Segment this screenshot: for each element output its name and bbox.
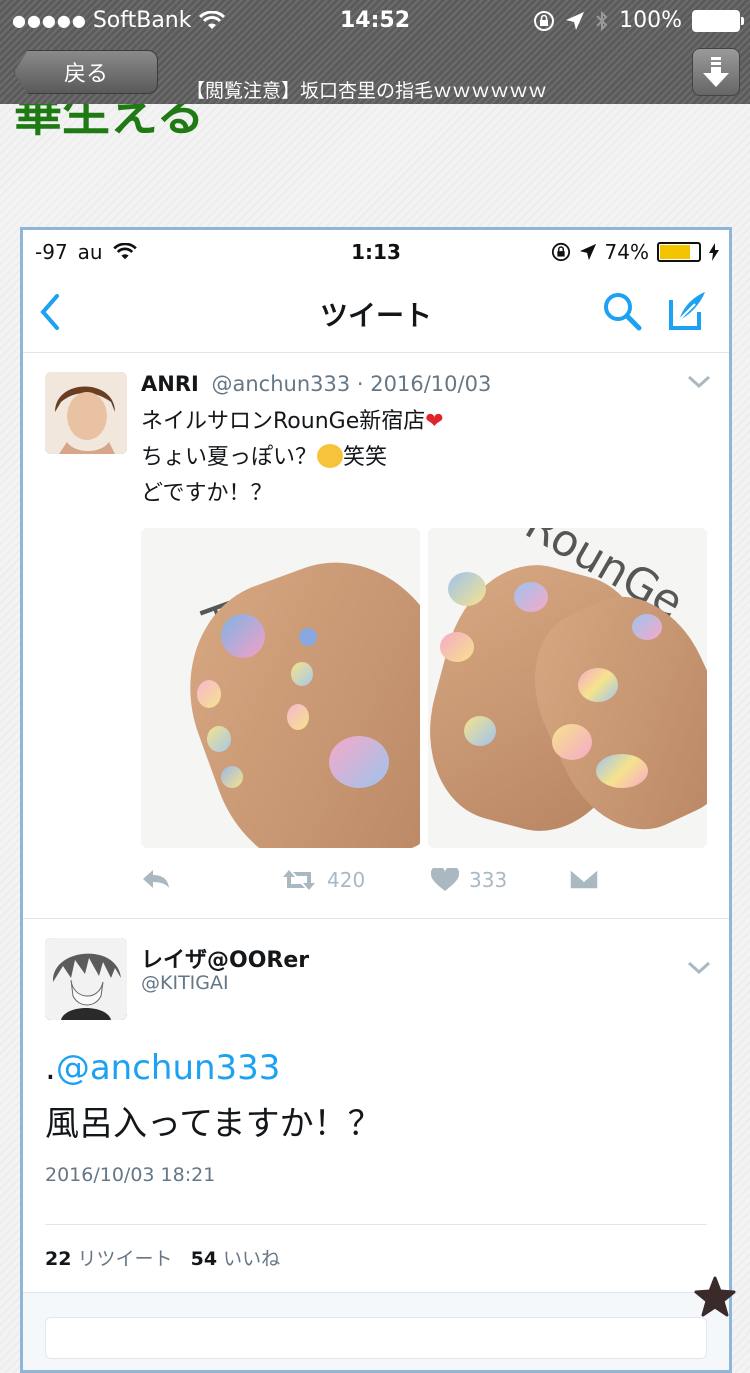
- tweet-line-2: ちょい夏っぽい？: [141, 445, 318, 470]
- tweet-media: RounGe RounGe: [141, 528, 707, 848]
- orientation-lock-icon: [534, 10, 555, 31]
- reply-bar: [23, 1292, 729, 1370]
- retweet-label: リツイート: [77, 1248, 173, 1270]
- reply-icon: [143, 870, 169, 888]
- author-handle: @KITIGAI: [141, 972, 229, 994]
- like-label: いいね: [223, 1248, 281, 1270]
- media-photo-toes[interactable]: RounGe: [141, 528, 420, 848]
- twitter-nav-bar: ツイート: [23, 276, 729, 353]
- envelope-icon: [569, 868, 599, 890]
- nail-big-toe-2: [329, 736, 389, 788]
- mention-dot: .: [45, 1048, 56, 1088]
- nail: [514, 582, 548, 612]
- avatar-photo: [45, 372, 127, 454]
- tweet-body: 風呂入ってますか！？: [45, 1104, 382, 1144]
- inner-status-bar: -97 au 1:13 74%: [23, 230, 729, 276]
- back-button[interactable]: 戻る: [14, 50, 158, 94]
- download-button[interactable]: [692, 48, 740, 96]
- nail: [197, 680, 221, 708]
- heart-icon: [431, 868, 459, 891]
- mention-line: .@anchun333: [45, 1048, 280, 1088]
- page-title: 【閲覧注意】坂口杏里の指毛ｗｗｗｗｗｗ: [186, 80, 548, 102]
- nail: [207, 726, 231, 752]
- retweet-button[interactable]: 420: [281, 868, 365, 892]
- browser-top-bar: ●●●●● SoftBank 14:52 100% 戻る 【閲覧注意】坂口杏里の…: [0, 0, 750, 104]
- nail: [291, 662, 313, 686]
- like-number[interactable]: 54: [191, 1248, 217, 1270]
- tweet-actions: 420 333: [141, 868, 707, 900]
- retweet-count: 420: [327, 868, 366, 892]
- tweet[interactable]: ANRI @anchun333 · 2016/10/03 ネイルサロンRounG…: [23, 352, 729, 919]
- author-handle-date: @anchun333 · 2016/10/03: [211, 372, 492, 396]
- bluetooth-icon: [596, 10, 608, 31]
- like-button[interactable]: 333: [431, 868, 507, 892]
- chevron-down-icon[interactable]: [687, 374, 711, 390]
- media-photo-hands[interactable]: RounGe: [428, 528, 707, 848]
- search-icon[interactable]: [601, 290, 643, 332]
- laughing-emoji-icon: [317, 444, 344, 468]
- nail: [440, 632, 474, 662]
- author-name[interactable]: レイザ@OORer: [141, 942, 309, 974]
- reply-button[interactable]: [141, 868, 171, 890]
- inner-battery-icon: [657, 242, 701, 262]
- tweet-line-3: どですか！？: [141, 481, 273, 506]
- tweet-timestamp: 2016/10/03 18:21: [45, 1164, 216, 1186]
- avatar[interactable]: [45, 938, 127, 1020]
- mention-link[interactable]: @anchun333: [56, 1048, 281, 1088]
- tweet-line-1: ネイルサロンRounGe新宿店: [141, 409, 426, 434]
- favorite-star-icon[interactable]: [694, 1276, 736, 1318]
- nail: [596, 754, 648, 788]
- location-arrow-icon: [566, 11, 585, 30]
- compose-icon[interactable]: [665, 288, 711, 334]
- nail: [448, 572, 486, 606]
- retweet-number[interactable]: 22: [45, 1248, 71, 1270]
- reply-input[interactable]: [45, 1317, 707, 1359]
- tweet-header: ANRI @anchun333 · 2016/10/03: [141, 372, 491, 396]
- message-button[interactable]: [569, 868, 599, 890]
- nail: [299, 628, 317, 646]
- avatar-illustration: [45, 938, 127, 1020]
- back-button-label: 戻る: [63, 62, 108, 87]
- nail: [221, 766, 243, 788]
- author-name[interactable]: ANRI: [141, 372, 199, 396]
- nail-big-toe: [221, 614, 265, 658]
- battery-icon: [692, 9, 744, 32]
- nail: [578, 668, 618, 702]
- heart-emoji-icon: ❤: [425, 409, 444, 434]
- inner-location-icon: [579, 243, 596, 261]
- like-count: 333: [469, 868, 508, 892]
- tweet-line-2-suffix: 笑笑: [343, 445, 388, 470]
- inner-orientation-lock-icon: [551, 242, 570, 262]
- battery-percent: 100%: [619, 8, 682, 33]
- chevron-down-icon[interactable]: [687, 960, 711, 976]
- outer-status-bar: ●●●●● SoftBank 14:52 100%: [0, 6, 750, 36]
- avatar[interactable]: [45, 372, 127, 454]
- nail: [632, 614, 662, 640]
- tweet-text: ネイルサロンRounGe新宿店❤ ちょい夏っぽい？ 笑笑 どですか！？: [141, 404, 444, 512]
- nail: [464, 716, 496, 746]
- download-arrow-icon: [703, 57, 729, 87]
- divider: [45, 1224, 707, 1225]
- tweet-stats: 22 リツイート 54 いいね: [45, 1244, 280, 1271]
- tweet-detail[interactable]: レイザ@OORer @KITIGAI .@anchun333 風呂入ってますか！…: [23, 918, 729, 1278]
- embedded-screenshot: -97 au 1:13 74% ツイート ANRI @anchun333 · 2…: [20, 227, 732, 1373]
- nail: [287, 704, 309, 730]
- inner-battery-percent: 74%: [604, 240, 649, 264]
- nail: [552, 724, 592, 760]
- retweet-icon: [283, 870, 315, 890]
- charging-bolt-icon: [709, 243, 719, 261]
